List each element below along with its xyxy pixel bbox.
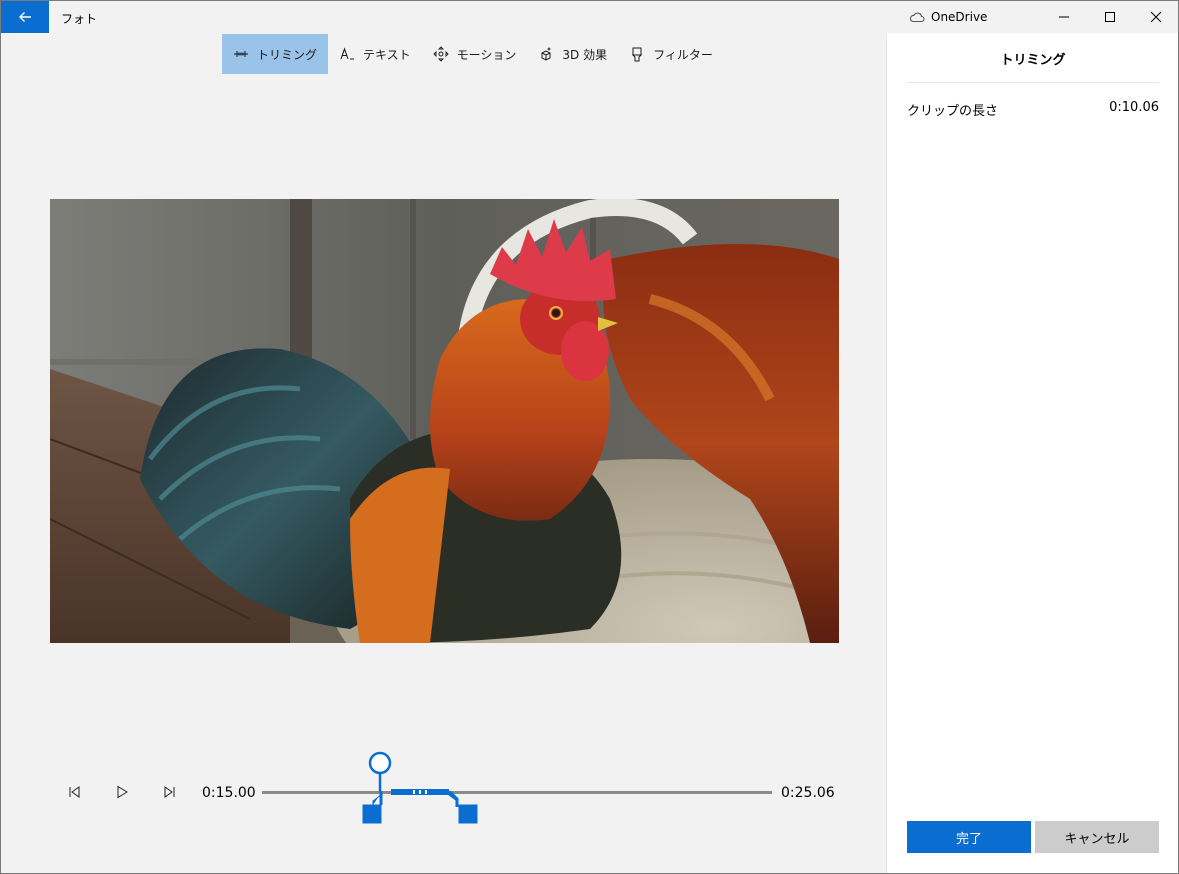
previous-frame-button[interactable] (65, 783, 83, 801)
text-icon (340, 47, 355, 60)
trim-panel: トリミング クリップの長さ 0:10.06 完了 キャンセル (886, 33, 1178, 873)
tool-text-label: テキスト (363, 47, 411, 62)
3d-effects-icon (541, 47, 551, 61)
next-frame-button[interactable] (161, 783, 179, 801)
back-button[interactable] (1, 1, 49, 33)
tool-motion[interactable]: モーション (422, 34, 528, 74)
app-title: フォト (61, 12, 98, 26)
tool-3d-effects-label: 3D 効果 (562, 47, 608, 62)
tool-filters[interactable]: フィルター (618, 34, 724, 74)
start-time: 0:15.00 (202, 785, 256, 801)
motion-icon (433, 46, 449, 62)
end-time: 0:25.06 (781, 785, 835, 801)
tool-3d-effects[interactable]: 3D 効果 (527, 34, 618, 74)
tool-trim[interactable]: トリミング (222, 34, 329, 74)
close-button[interactable] (1133, 1, 1178, 33)
playhead[interactable] (367, 751, 393, 811)
onedrive-status[interactable]: OneDrive (909, 10, 987, 24)
maximize-button[interactable] (1087, 1, 1133, 33)
tool-motion-label: モーション (456, 47, 517, 62)
timeline-track[interactable] (262, 791, 772, 794)
video-frame (50, 199, 839, 643)
play-icon (117, 785, 128, 799)
video-preview[interactable] (50, 199, 839, 643)
arrow-left-icon (19, 12, 31, 22)
tool-trim-label: トリミング (257, 47, 318, 62)
tool-filters-label: フィルター (653, 47, 713, 62)
step-back-icon (69, 786, 80, 798)
edit-toolbar: トリミング テキスト モーション 3D 効果 フィルター (222, 34, 724, 74)
cancel-button[interactable]: キャンセル (1035, 821, 1159, 853)
minimize-button[interactable] (1041, 1, 1087, 33)
step-forward-icon (164, 786, 175, 798)
onedrive-label: OneDrive (931, 10, 988, 24)
selection-tick (419, 790, 421, 794)
clip-length-value: 0:10.06 (1109, 100, 1159, 115)
clip-length-label: クリップの長さ (907, 104, 999, 119)
done-button[interactable]: 完了 (907, 821, 1031, 853)
selection-tick (425, 790, 427, 794)
maximize-icon (1105, 12, 1115, 22)
filter-icon (631, 47, 643, 62)
panel-title: トリミング (907, 49, 1159, 83)
play-button[interactable] (113, 783, 131, 801)
minimize-icon (1059, 16, 1069, 18)
photos-window: フォト OneDrive トリミング テキスト モーション 3D 効果 フィルタ… (0, 0, 1179, 874)
selection-tick (413, 790, 415, 794)
trim-icon (234, 51, 248, 57)
tool-text[interactable]: テキスト (328, 34, 422, 74)
cloud-icon (909, 12, 925, 23)
close-icon (1150, 11, 1162, 23)
trim-end-handle[interactable] (447, 791, 479, 825)
